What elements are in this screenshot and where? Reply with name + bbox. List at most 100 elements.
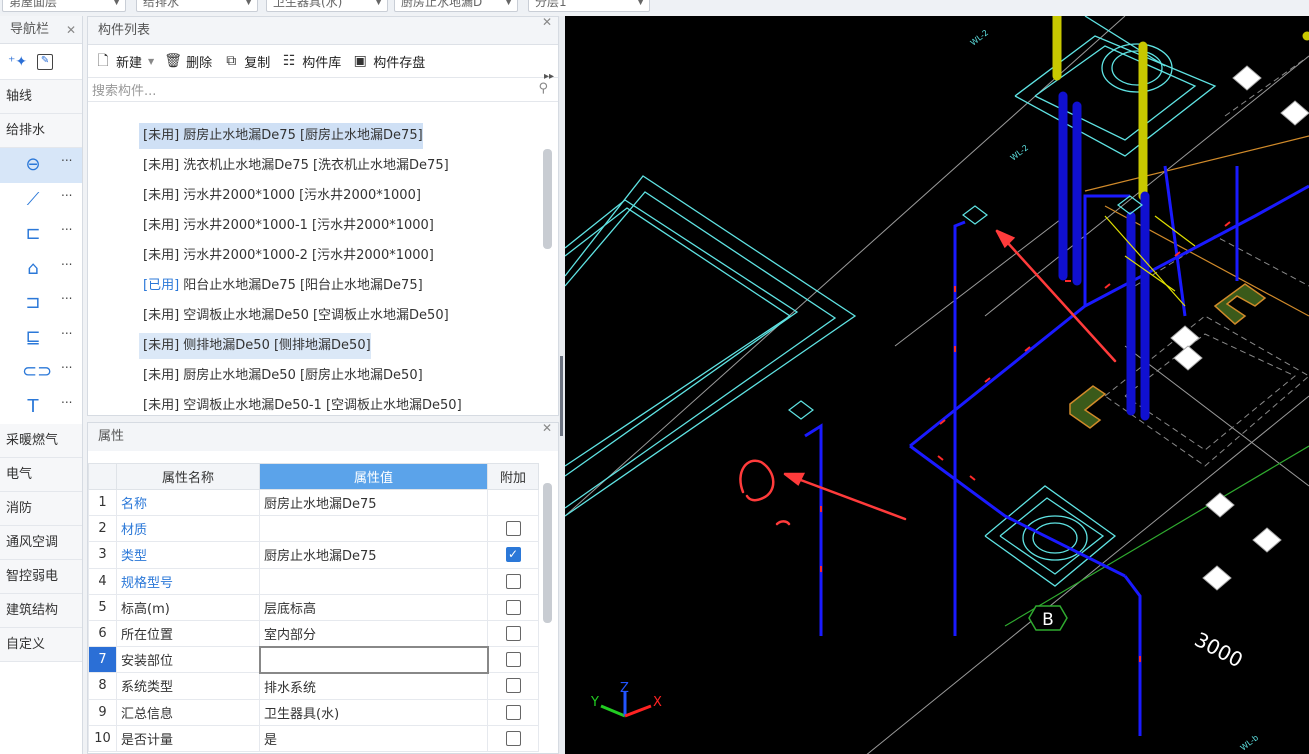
nav-item-tee[interactable]: T... bbox=[0, 389, 82, 424]
more-icon[interactable]: ... bbox=[61, 219, 72, 233]
layer-select[interactable]: 分层1 ▼ bbox=[528, 0, 650, 12]
properties-title: 属性 bbox=[98, 429, 125, 444]
property-value[interactable]: 排水系统 bbox=[259, 672, 488, 700]
nav-item-sanitary-fixture[interactable]: ⊖... bbox=[0, 148, 82, 183]
category-select[interactable]: 卫生器具(水) ▼ bbox=[266, 0, 388, 12]
property-value[interactable] bbox=[258, 645, 489, 674]
close-icon[interactable]: ✕ bbox=[542, 15, 552, 29]
property-row[interactable]: 6 所在位置 室内部分 bbox=[88, 619, 539, 648]
extra-checkbox[interactable] bbox=[505, 730, 521, 746]
list-item[interactable]: [未用] 空调板止水地漏De50-1 [空调板止水地漏De50] bbox=[139, 393, 462, 419]
list-item-status: [未用] bbox=[143, 218, 180, 233]
property-row[interactable]: 10 是否计量是 bbox=[88, 724, 539, 752]
extra-checkbox[interactable] bbox=[505, 626, 521, 642]
list-item[interactable]: [未用] 污水井2000*1000-1 [污水井2000*1000] bbox=[139, 213, 434, 239]
search-input[interactable]: 搜索构件... ⚲ bbox=[88, 78, 558, 102]
nav-category-structure[interactable]: 建筑结构 bbox=[0, 594, 82, 628]
nav-item-equipment[interactable]: ⟋... bbox=[0, 182, 82, 217]
extra-checkbox[interactable] bbox=[505, 678, 521, 694]
nav-item-accessory[interactable]: ⊑... bbox=[0, 320, 82, 355]
property-row[interactable]: 5 标高(m) 层底标高 bbox=[88, 593, 539, 621]
nav-tools: ⁺✦ ✎ bbox=[0, 44, 82, 80]
property-value[interactable] bbox=[259, 515, 488, 543]
property-row[interactable]: 4 规格型号 bbox=[88, 567, 539, 595]
properties-header: 属性 bbox=[88, 423, 558, 451]
extra-checkbox[interactable]: ✓ bbox=[505, 547, 521, 563]
nav-category-axis[interactable]: 轴线 bbox=[0, 80, 82, 114]
category-select-value: 卫生器具(水) bbox=[273, 0, 343, 9]
list-item[interactable]: [未用] 洗衣机止水地漏De75 [洗衣机止水地漏De75] bbox=[139, 153, 449, 179]
list-scrollbar[interactable] bbox=[543, 149, 552, 249]
property-row[interactable]: 7 安装部位 bbox=[88, 645, 539, 674]
more-icon[interactable]: ... bbox=[61, 288, 72, 302]
cad-drawing[interactable]: B 3000 WL-2 WL-2 WL-b Y Z X bbox=[565, 16, 1309, 754]
extra-cell bbox=[487, 672, 539, 700]
property-row[interactable]: 3 类型 厨房止水地漏De75 ✓ bbox=[88, 541, 539, 569]
close-icon[interactable]: ✕ bbox=[66, 16, 76, 44]
property-row[interactable]: 9 汇总信息 卫生器具(水) bbox=[88, 698, 539, 726]
property-value[interactable]: 厨房止水地漏De75 bbox=[259, 541, 488, 569]
nav-item-pipe[interactable]: ⊏... bbox=[0, 217, 82, 252]
list-item[interactable]: [未用] 污水井2000*1000-2 [污水井2000*1000] bbox=[139, 243, 434, 269]
properties-scrollbar[interactable] bbox=[543, 483, 552, 623]
component-select[interactable]: 厨房止水地漏D ▼ bbox=[394, 0, 518, 12]
list-item[interactable]: [未用] 侧排地漏De50 [侧排地漏De50] bbox=[139, 333, 371, 359]
extra-checkbox[interactable] bbox=[505, 573, 521, 589]
nav-category-weak-current[interactable]: 智控弱电 bbox=[0, 560, 82, 594]
chevron-down-icon[interactable]: ▼ bbox=[148, 57, 154, 66]
property-value[interactable] bbox=[259, 567, 488, 595]
property-row[interactable]: 1 名称 厨房止水地漏De75 bbox=[88, 488, 539, 517]
more-icon[interactable]: ... bbox=[61, 357, 72, 371]
discipline-select[interactable]: 给排水 ▼ bbox=[136, 0, 258, 12]
nav-category-electrical[interactable]: 电气 bbox=[0, 458, 82, 492]
copy-icon: ⧉ bbox=[226, 53, 237, 69]
more-icon[interactable]: ... bbox=[61, 185, 72, 199]
nav-category-hvac[interactable]: 通风空调 bbox=[0, 526, 82, 560]
nav-category-plumbing[interactable]: 给排水 bbox=[0, 114, 82, 148]
close-icon[interactable]: ✕ bbox=[542, 421, 552, 435]
edit-icon[interactable]: ✎ bbox=[37, 53, 54, 70]
splitter-grip[interactable] bbox=[560, 356, 563, 436]
nav-item-valve[interactable]: ⌂... bbox=[0, 251, 82, 286]
list-item[interactable]: [未用] 厨房止水地漏De75 [厨房止水地漏De75] bbox=[139, 123, 423, 149]
extra-checkbox[interactable] bbox=[505, 704, 521, 720]
list-item-status: [未用] bbox=[143, 308, 180, 323]
property-value[interactable]: 层底标高 bbox=[259, 593, 488, 621]
property-value[interactable]: 是 bbox=[259, 724, 488, 752]
more-icon[interactable]: ... bbox=[61, 323, 72, 337]
list-item-status: [未用] bbox=[143, 128, 180, 143]
list-item[interactable]: [未用] 厨房止水地漏De50 [厨房止水地漏De50] bbox=[139, 363, 423, 389]
more-icon[interactable]: ... bbox=[61, 254, 72, 268]
search-icon[interactable]: ⚲ bbox=[538, 81, 548, 96]
grid-axis-bubble[interactable]: B bbox=[1028, 605, 1068, 631]
list-item-status: [已用] bbox=[143, 278, 180, 293]
copy-button[interactable]: ⧉ 复制 bbox=[222, 52, 270, 71]
list-item[interactable]: [未用] 污水井2000*1000 [污水井2000*1000] bbox=[139, 183, 421, 209]
property-name: 汇总信息 bbox=[116, 698, 260, 726]
more-icon[interactable]: ... bbox=[61, 392, 72, 406]
property-value[interactable]: 室内部分 bbox=[259, 619, 488, 648]
list-item[interactable]: [未用] 空调板止水地漏De50 [空调板止水地漏De50] bbox=[139, 303, 449, 329]
extra-checkbox[interactable] bbox=[505, 599, 521, 615]
new-button[interactable]: 🗋 新建 ▼ bbox=[94, 52, 154, 71]
floor-select[interactable]: 第屋面层 ▼ bbox=[2, 0, 126, 12]
extra-checkbox[interactable] bbox=[505, 652, 521, 668]
nav-item-fitting[interactable]: ⊐... bbox=[0, 286, 82, 321]
property-value[interactable]: 厨房止水地漏De75 bbox=[259, 488, 488, 517]
library-button[interactable]: ☷ 构件库 bbox=[280, 52, 341, 71]
extra-checkbox[interactable] bbox=[505, 521, 521, 537]
cad-viewport[interactable]: B 3000 WL-2 WL-2 WL-b Y Z X bbox=[565, 16, 1309, 754]
sparkle-add-icon[interactable]: ⁺✦ bbox=[8, 54, 27, 70]
list-item[interactable]: [已用] 阳台止水地漏De75 [阳台止水地漏De75] bbox=[139, 273, 423, 299]
nav-category-fire[interactable]: 消防 bbox=[0, 492, 82, 526]
property-value[interactable]: 卫生器具(水) bbox=[259, 698, 488, 726]
property-row[interactable]: 8 系统类型 排水系统 bbox=[88, 672, 539, 700]
nav-category-custom[interactable]: 自定义 bbox=[0, 628, 82, 662]
save-component-button[interactable]: ▣ 构件存盘 bbox=[351, 52, 426, 71]
nav-category-heating[interactable]: 采暖燃气 bbox=[0, 424, 82, 458]
delete-button[interactable]: 🗑 删除 bbox=[164, 52, 212, 71]
more-icon[interactable]: ... bbox=[61, 150, 72, 164]
row-number: 6 bbox=[88, 619, 117, 648]
nav-item-sleeve[interactable]: ⊂⊃... bbox=[0, 355, 82, 390]
property-row[interactable]: 2 材质 bbox=[88, 515, 539, 543]
